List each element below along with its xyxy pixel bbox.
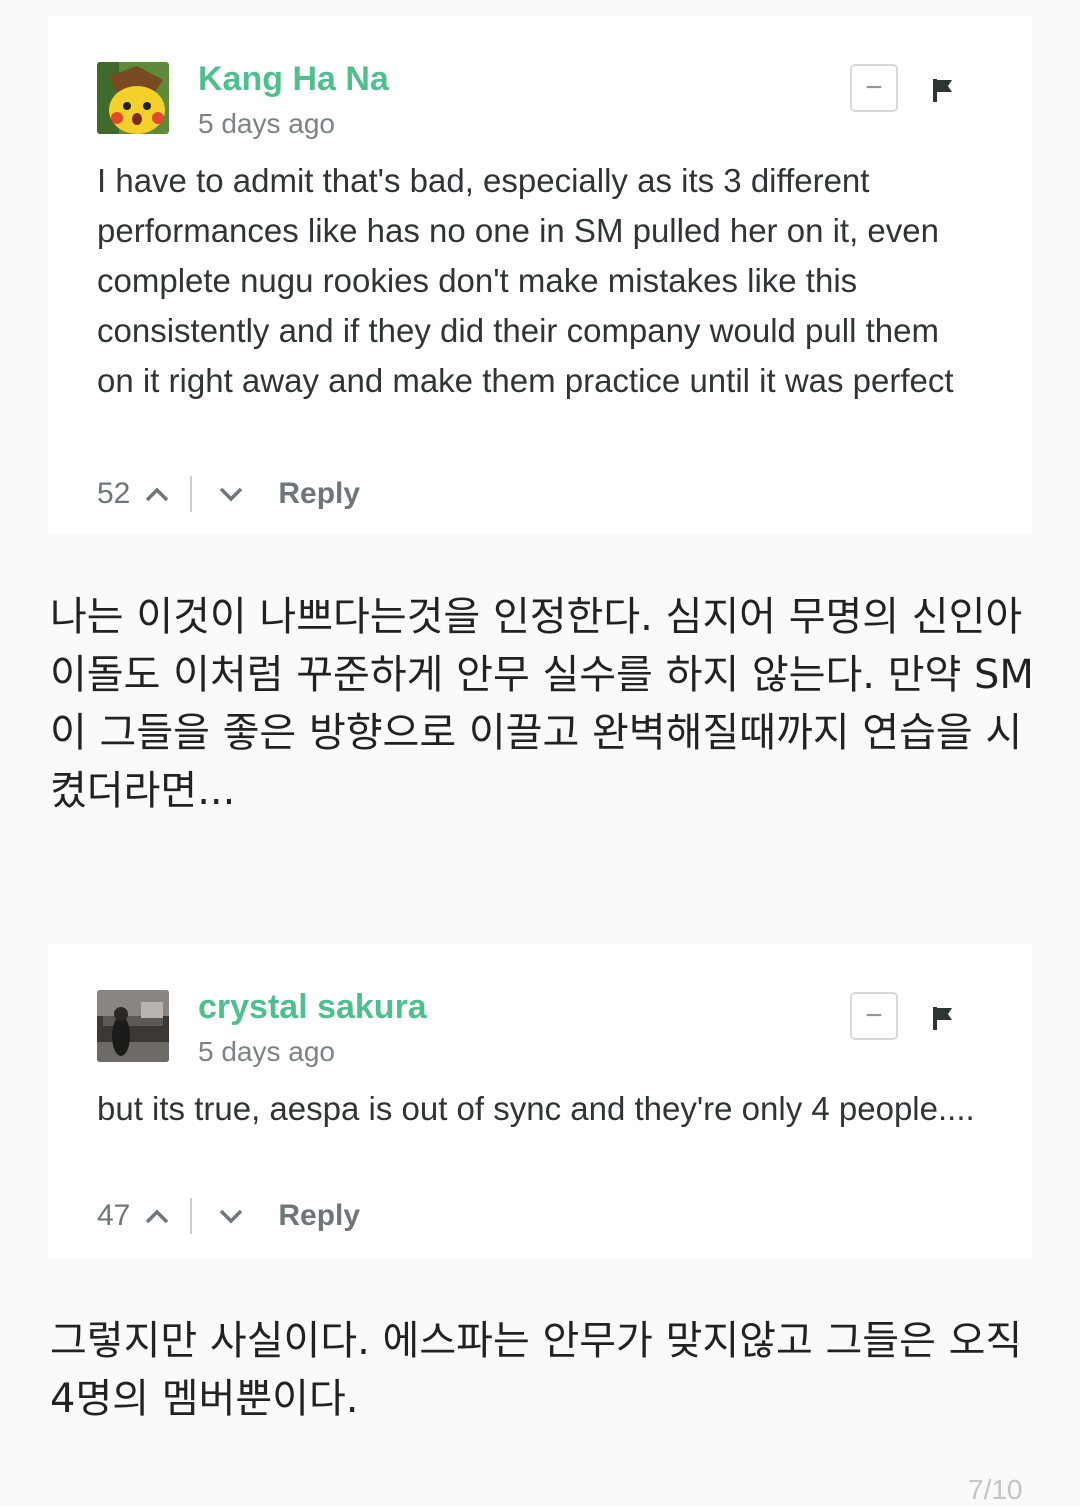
comment-text: I have to admit that's bad, especially a… <box>97 162 954 399</box>
comment-text: but its true, aespa is out of sync and t… <box>97 1090 975 1127</box>
translation-text: 나는 이것이 나쁘다는것을 인정한다. 심지어 무명의 신인아이돌도 이처럼 꾸… <box>50 594 1034 814</box>
minus-icon: − <box>865 71 883 104</box>
minus-icon: − <box>865 999 883 1032</box>
comment-footer: 47 Reply <box>97 1196 360 1236</box>
chevron-up-icon[interactable] <box>144 485 170 503</box>
vote-count: 47 <box>97 1199 131 1232</box>
reply-button[interactable]: Reply <box>278 477 360 511</box>
chevron-down-icon[interactable] <box>218 1207 244 1225</box>
comment-card: Kang Ha Na 5 days ago − I have to admit … <box>48 16 1032 534</box>
reply-button[interactable]: Reply <box>278 1199 360 1233</box>
collapse-button[interactable]: − <box>850 992 898 1040</box>
comment-footer: 52 Reply <box>97 474 360 514</box>
page-indicator: 7/10 <box>968 1474 1023 1505</box>
comment-card: crystal sakura 5 days ago − but its true… <box>48 944 1032 1258</box>
username[interactable]: Kang Ha Na <box>198 60 389 99</box>
flag-icon[interactable] <box>930 76 956 104</box>
username[interactable]: crystal sakura <box>198 988 427 1027</box>
chevron-down-icon[interactable] <box>218 485 244 503</box>
user-avatar[interactable] <box>97 62 169 134</box>
translation-text: 그렇지만 사실이다. 에스파는 안무가 맞지않고 그들은 오직 4명의 멤버뿐이… <box>50 1318 1023 1422</box>
user-avatar[interactable] <box>97 990 169 1062</box>
vote-count: 52 <box>97 477 131 510</box>
flag-icon[interactable] <box>930 1004 956 1032</box>
timestamp[interactable]: 5 days ago <box>198 1036 335 1068</box>
chevron-up-icon[interactable] <box>144 1207 170 1225</box>
timestamp[interactable]: 5 days ago <box>198 108 335 140</box>
collapse-button[interactable]: − <box>850 64 898 112</box>
vote-separator <box>190 1198 193 1234</box>
vote-separator <box>190 476 193 512</box>
